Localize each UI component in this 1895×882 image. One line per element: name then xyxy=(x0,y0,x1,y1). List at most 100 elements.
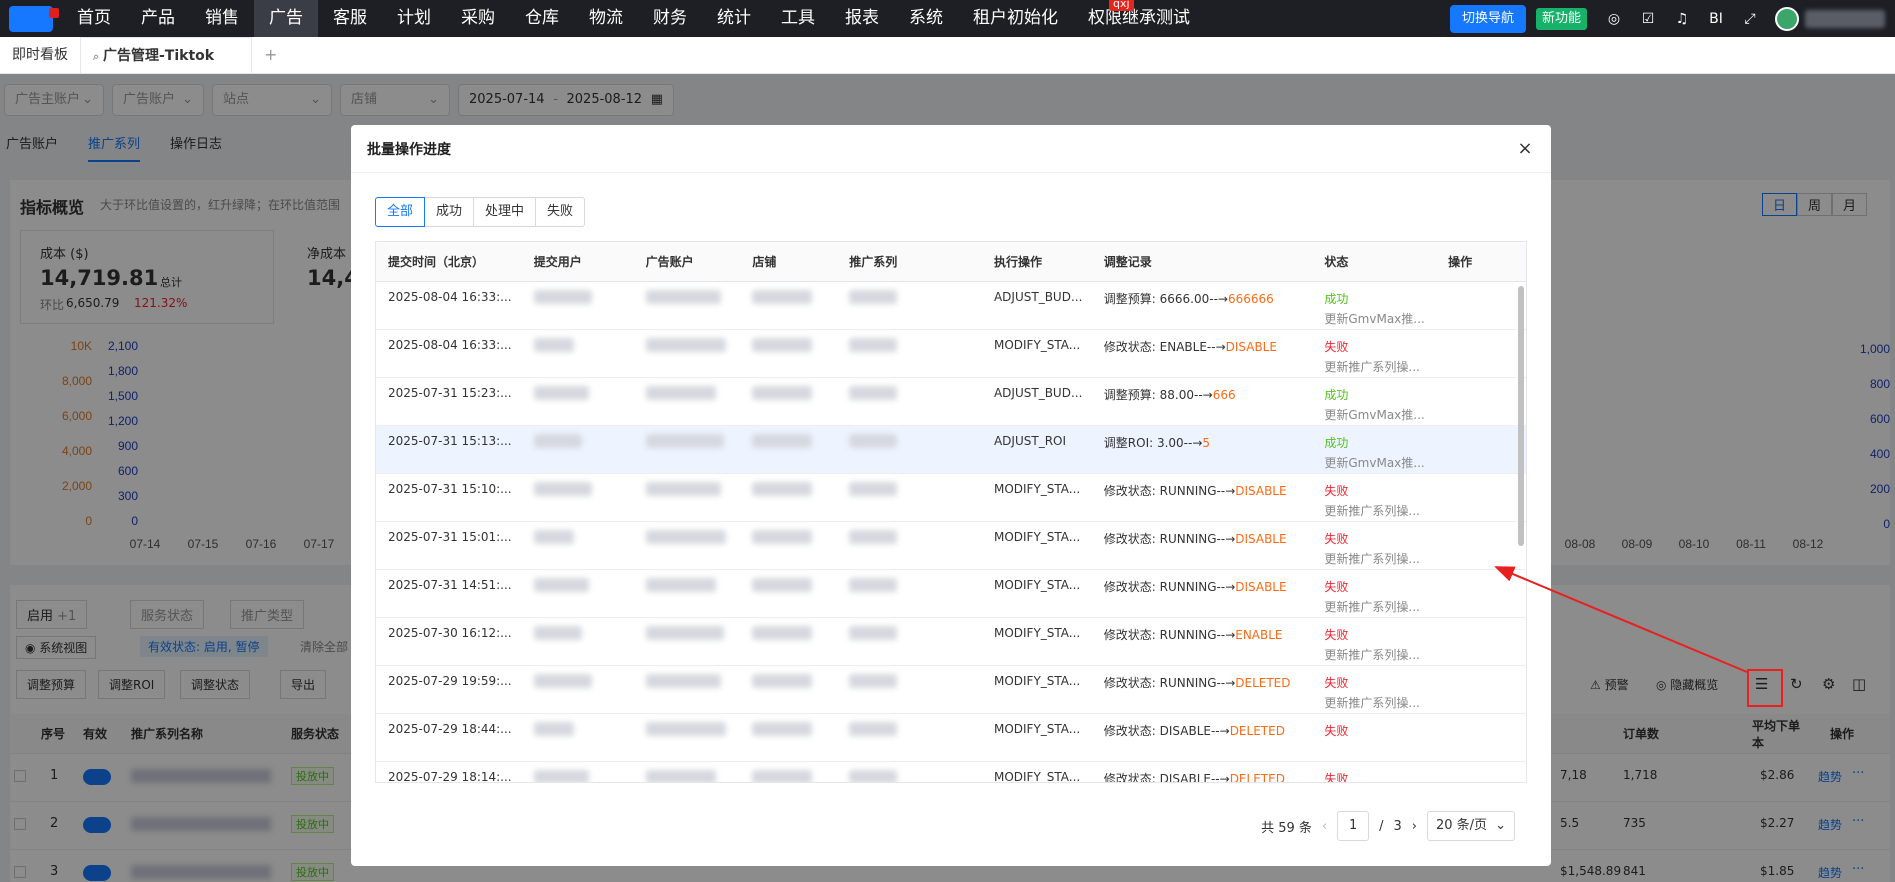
redacted-account xyxy=(645,722,726,736)
nav-item-label: 系统 xyxy=(909,8,943,28)
time-text: 2025-07-31 15:13:... xyxy=(388,434,512,448)
table-row[interactable]: 2025-07-29 19:59:... MODIFY_STA... 修改状态: R… xyxy=(376,666,1526,714)
table-row[interactable]: 2025-07-29 18:44:... MODIFY_STA... 修改状态: D… xyxy=(376,714,1526,762)
table-row[interactable]: 2025-07-31 14:51:... MODIFY_STA... 修改状态: R… xyxy=(376,570,1526,618)
nav-item-label: 报表 xyxy=(845,8,879,28)
cell-status: 失败 xyxy=(1312,714,1436,761)
avatar[interactable] xyxy=(1775,6,1799,31)
cell-user xyxy=(522,426,634,473)
nav-item-11[interactable]: 工具 xyxy=(766,0,830,37)
nav-item-15[interactable]: 权限继承测试 qxj xyxy=(1073,0,1205,37)
cell-shop xyxy=(740,522,837,569)
action-text: MODIFY_STA... xyxy=(993,338,1081,352)
nav-item-2[interactable]: 销售 xyxy=(190,0,254,37)
tab-ad-management-tiktok[interactable]: ⌕ 广告管理-Tiktok xyxy=(80,37,252,73)
nav-item-5[interactable]: 计划 xyxy=(382,0,446,37)
status-text: 成功 xyxy=(1324,388,1349,402)
cell-ad-account xyxy=(634,474,741,521)
nav-item-label: 采购 xyxy=(461,8,495,28)
table-row[interactable]: 2025-07-31 15:13:... ADJUST_ROI 调整ROI: 3.0… xyxy=(376,426,1526,474)
fullscreen-icon[interactable]: ⤢ xyxy=(1739,8,1761,30)
page-input[interactable]: 1 xyxy=(1337,811,1370,841)
cell-user xyxy=(522,474,634,521)
table-row[interactable]: 2025-07-31 15:10:... MODIFY_STA... 修改状态: R… xyxy=(376,474,1526,522)
bell-icon[interactable]: ♫ xyxy=(1671,8,1693,30)
nav-item-3[interactable]: 广告 xyxy=(254,0,318,37)
cell-operation xyxy=(1436,762,1526,782)
table-row[interactable]: 2025-07-30 16:12:... MODIFY_STA... 修改状态: R… xyxy=(376,618,1526,666)
add-tab-button[interactable]: + xyxy=(252,37,289,73)
next-page-icon[interactable]: › xyxy=(1412,819,1417,834)
nav-item-4[interactable]: 客服 xyxy=(318,0,382,37)
table-row[interactable]: 2025-07-29 18:14:... MODIFY_STA... 修改状态: D… xyxy=(376,762,1526,782)
new-feature-button[interactable]: 新功能 xyxy=(1535,7,1587,30)
redacted-series xyxy=(849,386,898,400)
cell-time: 2025-07-31 15:01:... xyxy=(376,522,522,569)
bi-button[interactable]: BI xyxy=(1705,8,1727,30)
cell-operation xyxy=(1436,570,1526,617)
page-count: 3 xyxy=(1393,818,1402,834)
table-row[interactable]: 2025-08-04 16:33:... ADJUST_BUD... 调整预算: 6… xyxy=(376,282,1526,330)
cell-status: 失败 更新推广系列操... xyxy=(1312,666,1436,713)
filter-failed[interactable]: 失败 xyxy=(535,197,586,227)
nav-item-8[interactable]: 物流 xyxy=(574,0,638,37)
close-icon[interactable]: × xyxy=(1515,138,1535,159)
cell-user xyxy=(522,762,634,782)
redacted-series xyxy=(849,434,898,448)
nav-item-14[interactable]: 租户初始化 xyxy=(958,0,1073,37)
status-text: 失败 xyxy=(1324,628,1349,642)
redacted-account xyxy=(645,482,721,496)
filter-success[interactable]: 成功 xyxy=(424,197,475,227)
switch-nav-button[interactable]: 切换导航 xyxy=(1449,4,1526,33)
nav-item-10[interactable]: 统计 xyxy=(702,0,766,37)
th-action: 执行操作 xyxy=(993,255,1042,269)
cell-time: 2025-07-29 19:59:... xyxy=(376,666,522,713)
filter-all[interactable]: 全部 xyxy=(375,197,426,227)
cell-promo-series xyxy=(837,570,982,617)
action-text: MODIFY_STA... xyxy=(993,530,1081,544)
nav-item-7[interactable]: 仓库 xyxy=(510,0,574,37)
table-scrollbar[interactable] xyxy=(1518,286,1524,546)
redacted-user xyxy=(533,386,589,400)
cell-action: MODIFY_STA... xyxy=(982,570,1092,617)
nav-item-label: 仓库 xyxy=(525,8,559,28)
filter-processing[interactable]: 处理中 xyxy=(473,197,537,227)
redacted-series xyxy=(849,338,898,352)
cell-time: 2025-08-04 16:33:... xyxy=(376,330,522,377)
table-row[interactable]: 2025-07-31 15:01:... MODIFY_STA... 修改状态: R… xyxy=(376,522,1526,570)
user-name-blurred[interactable] xyxy=(1805,9,1885,28)
cell-shop xyxy=(740,762,837,782)
cell-record: 修改状态: RUNNING--→ENABLE xyxy=(1092,618,1313,665)
cell-user xyxy=(522,618,634,665)
logo[interactable] xyxy=(0,0,62,37)
nav-item-12[interactable]: 报表 xyxy=(830,0,894,37)
tab-dashboard[interactable]: 即时看板 xyxy=(0,37,80,73)
table-row[interactable]: 2025-08-04 16:33:... MODIFY_STA... 修改状态: E… xyxy=(376,330,1526,378)
cell-user xyxy=(522,714,634,761)
status-detail: 更新推广系列操... xyxy=(1324,552,1420,566)
nav-item-1[interactable]: 产品 xyxy=(126,0,190,37)
table-row[interactable]: 2025-07-31 15:23:... ADJUST_BUD... 调整预算: 8… xyxy=(376,378,1526,426)
prev-page-icon[interactable]: ‹ xyxy=(1322,819,1327,834)
cell-ad-account xyxy=(634,330,741,377)
record-prefix: 修改状态: RUNNING--→ xyxy=(1103,484,1236,498)
nav-item-0[interactable]: 首页 xyxy=(62,0,126,37)
nav-item-label: 广告 xyxy=(269,8,303,28)
nav-item-13[interactable]: 系统 xyxy=(894,0,958,37)
time-text: 2025-07-31 15:01:... xyxy=(388,530,512,544)
dialog-header: 批量操作进度 × xyxy=(351,125,1551,173)
nav-item-6[interactable]: 采购 xyxy=(446,0,510,37)
status-text: 失败 xyxy=(1324,340,1349,354)
page-size-label: 20 条/页 xyxy=(1436,818,1488,833)
calendar-check-icon[interactable]: ☑ xyxy=(1637,8,1659,30)
page-size-select[interactable]: 20 条/页 ⌄ xyxy=(1427,811,1515,841)
help-icon[interactable]: ◎ xyxy=(1603,8,1625,30)
nav-item-9[interactable]: 财务 xyxy=(638,0,702,37)
status-text: 成功 xyxy=(1324,436,1349,450)
cell-user xyxy=(522,378,634,425)
status-detail: 更新GmvMax推... xyxy=(1324,312,1425,326)
record-prefix: 修改状态: RUNNING--→ xyxy=(1103,580,1236,594)
record-prefix: 修改状态: RUNNING--→ xyxy=(1103,532,1236,546)
record-prefix: 修改状态: DISABLE--→ xyxy=(1103,724,1230,738)
cell-operation xyxy=(1436,378,1526,425)
